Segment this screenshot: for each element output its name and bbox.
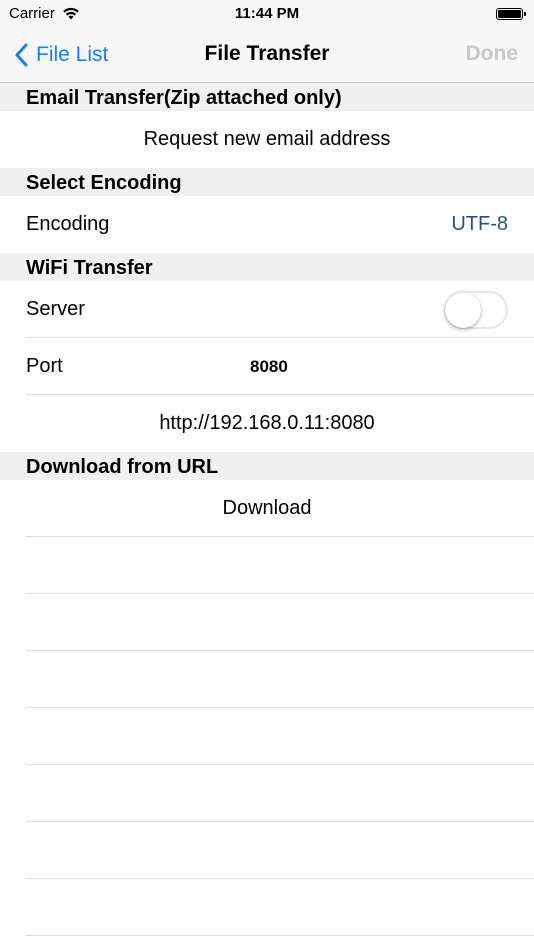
port-field[interactable]: 8080 <box>250 357 288 377</box>
settings-table: Email Transfer(Zip attached only) Reques… <box>0 83 534 936</box>
empty-row <box>0 765 534 822</box>
server-address-row: http://192.168.0.11:8080 <box>0 395 534 452</box>
encoding-label: Encoding <box>26 213 110 235</box>
done-button[interactable]: Done <box>466 42 519 66</box>
server-toggle[interactable] <box>444 290 508 329</box>
page-title: File Transfer <box>204 42 330 65</box>
toggle-knob <box>445 291 481 328</box>
wifi-transfer-header: WiFi Transfer <box>0 253 534 281</box>
server-label: Server <box>26 298 85 320</box>
email-transfer-header: Email Transfer(Zip attached only) <box>0 83 534 111</box>
empty-row <box>0 822 534 879</box>
encoding-row[interactable]: Encoding UTF-8 <box>0 196 534 253</box>
status-bar: Carrier 11:44 PM <box>0 0 534 30</box>
status-time: 11:44 PM <box>234 5 300 22</box>
select-encoding-header: Select Encoding <box>0 168 534 196</box>
server-address: http://192.168.0.11:8080 <box>159 412 375 434</box>
empty-row <box>0 708 534 765</box>
empty-row <box>0 651 534 708</box>
request-email-button[interactable]: Request new email address <box>0 111 534 168</box>
server-row: Server <box>0 281 534 338</box>
download-button[interactable]: Download <box>0 480 534 537</box>
download-label: Download <box>222 497 312 519</box>
empty-row <box>0 594 534 651</box>
download-url-header: Download from URL <box>0 452 534 480</box>
encoding-value: UTF-8 <box>451 213 508 235</box>
empty-row <box>0 879 534 936</box>
port-label: Port <box>26 355 63 377</box>
navigation-bar: File List File Transfer Done <box>0 30 534 83</box>
battery-icon <box>496 8 526 20</box>
empty-row <box>0 537 534 594</box>
request-email-label: Request new email address <box>143 128 391 150</box>
port-row: Port 8080 <box>0 338 534 395</box>
